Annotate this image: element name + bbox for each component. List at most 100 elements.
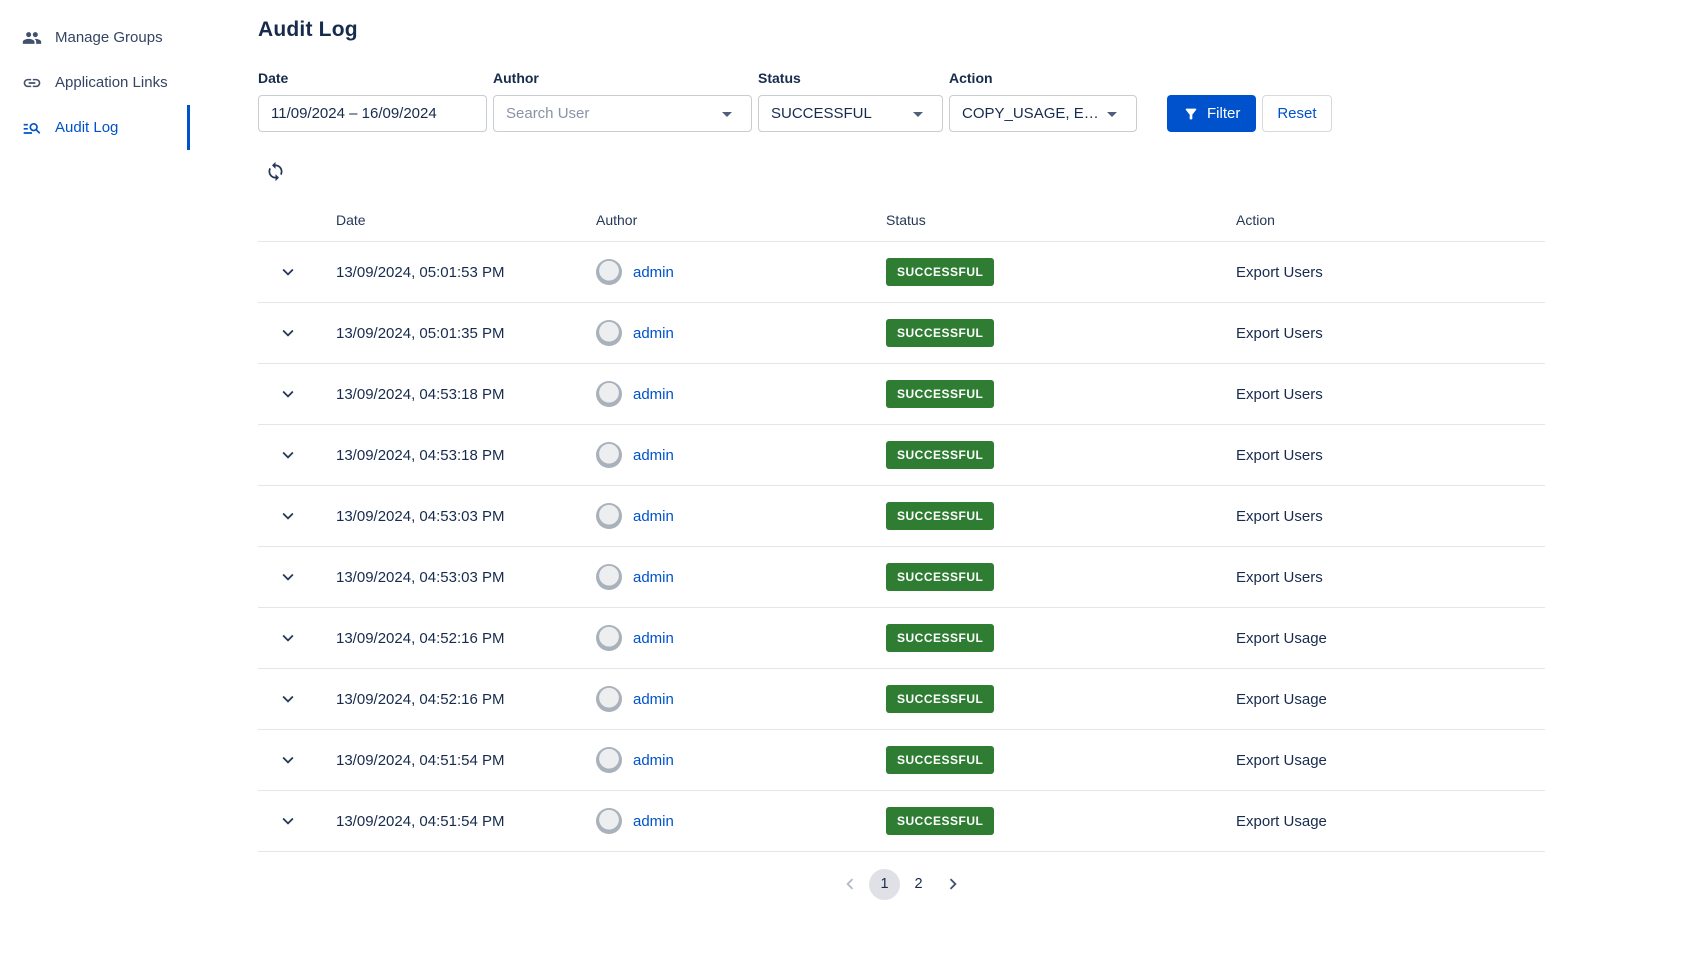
author-link[interactable]: admin — [633, 752, 674, 769]
action-filter-group: Action COPY_USAGE, EXPO — [949, 70, 1137, 132]
next-page-button[interactable] — [937, 868, 969, 900]
author-link[interactable]: admin — [633, 691, 674, 708]
date-filter-group: Date — [258, 70, 487, 132]
row-expand-button[interactable] — [276, 504, 300, 528]
row-date: 13/09/2024, 05:01:35 PM — [336, 325, 596, 342]
row-expand-button[interactable] — [276, 565, 300, 589]
author-link[interactable]: admin — [633, 569, 674, 586]
expand-cell — [258, 382, 336, 406]
expand-cell — [258, 809, 336, 833]
author-link[interactable]: admin — [633, 386, 674, 403]
page-number-button[interactable]: 1 — [869, 869, 900, 900]
sidebar-item-application-links[interactable]: Application Links — [0, 60, 190, 105]
chevron-down-icon — [277, 810, 299, 832]
table-row: 13/09/2024, 04:51:54 PM admin SUCCESSFUL… — [258, 791, 1545, 852]
row-status-cell: SUCCESSFUL — [886, 807, 1236, 835]
sidebar-item-audit-log[interactable]: Audit Log — [0, 105, 190, 150]
author-link[interactable]: admin — [633, 630, 674, 647]
row-date: 13/09/2024, 04:53:03 PM — [336, 508, 596, 525]
author-filter-label: Author — [493, 70, 752, 86]
author-link[interactable]: admin — [633, 264, 674, 281]
page-title: Audit Log — [258, 18, 1545, 42]
row-action: Export Users — [1236, 569, 1545, 586]
sidebar: Manage Groups Application Links Audit Lo… — [0, 0, 190, 975]
avatar — [596, 442, 622, 468]
avatar — [596, 259, 622, 285]
row-action: Export Usage — [1236, 752, 1545, 769]
chevron-down-icon — [277, 383, 299, 405]
dropdown-arrow-icon — [906, 102, 930, 126]
status-select[interactable]: SUCCESSFUL — [758, 95, 943, 132]
action-select[interactable]: COPY_USAGE, EXPO — [949, 95, 1137, 132]
sidebar-item-label: Application Links — [55, 74, 168, 91]
page-number-button[interactable]: 2 — [903, 869, 934, 900]
app-window: Manage Groups Application Links Audit Lo… — [0, 0, 1690, 975]
date-range-input[interactable] — [271, 105, 474, 122]
status-badge: SUCCESSFUL — [886, 807, 994, 835]
expand-cell — [258, 260, 336, 284]
dropdown-arrow-icon — [1100, 102, 1124, 126]
row-expand-button[interactable] — [276, 626, 300, 650]
author-link[interactable]: admin — [633, 325, 674, 342]
row-expand-button[interactable] — [276, 321, 300, 345]
row-expand-button[interactable] — [276, 687, 300, 711]
sidebar-item-manage-groups[interactable]: Manage Groups — [0, 15, 190, 60]
date-filter-label: Date — [258, 70, 487, 86]
status-badge: SUCCESSFUL — [886, 441, 994, 469]
status-badge: SUCCESSFUL — [886, 319, 994, 347]
expand-cell — [258, 321, 336, 345]
row-expand-button[interactable] — [276, 382, 300, 406]
expand-cell — [258, 565, 336, 589]
avatar — [596, 808, 622, 834]
table-row: 13/09/2024, 04:51:54 PM admin SUCCESSFUL… — [258, 730, 1545, 791]
refresh-button[interactable] — [262, 158, 288, 184]
author-link[interactable]: admin — [633, 813, 674, 830]
refresh-icon — [265, 161, 286, 182]
row-author-cell: admin — [596, 686, 886, 712]
chevron-down-icon — [277, 627, 299, 649]
pagination: 1 2 — [258, 868, 1545, 900]
table-header-row: Date Author Status Action — [258, 198, 1545, 242]
row-date: 13/09/2024, 04:52:16 PM — [336, 630, 596, 647]
author-search-field — [493, 95, 752, 132]
row-date: 13/09/2024, 05:01:53 PM — [336, 264, 596, 281]
author-search-input[interactable] — [506, 105, 715, 122]
table-row: 13/09/2024, 04:53:03 PM admin SUCCESSFUL… — [258, 486, 1545, 547]
row-author-cell: admin — [596, 442, 886, 468]
status-badge: SUCCESSFUL — [886, 624, 994, 652]
filter-bar: Date Author Status SUCCESSFUL — [258, 70, 1545, 132]
row-status-cell: SUCCESSFUL — [886, 502, 1236, 530]
pagination-pages: 1 2 — [869, 869, 934, 900]
filter-icon — [1183, 106, 1199, 122]
row-author-cell: admin — [596, 564, 886, 590]
author-filter-group: Author — [493, 70, 752, 132]
row-action: Export Usage — [1236, 630, 1545, 647]
row-status-cell: SUCCESSFUL — [886, 258, 1236, 286]
dropdown-arrow-icon[interactable] — [715, 102, 739, 126]
main-content: Audit Log Date Author Status — [258, 0, 1545, 975]
audit-search-icon — [22, 118, 42, 138]
avatar — [596, 747, 622, 773]
author-link[interactable]: admin — [633, 508, 674, 525]
row-expand-button[interactable] — [276, 260, 300, 284]
previous-page-button[interactable] — [834, 868, 866, 900]
row-date: 13/09/2024, 04:53:03 PM — [336, 569, 596, 586]
row-expand-button[interactable] — [276, 443, 300, 467]
author-link[interactable]: admin — [633, 447, 674, 464]
chevron-down-icon — [277, 688, 299, 710]
chevron-down-icon — [277, 322, 299, 344]
chevron-down-icon — [277, 749, 299, 771]
row-expand-button[interactable] — [276, 748, 300, 772]
reset-button[interactable]: Reset — [1262, 95, 1331, 132]
audit-table-body: 13/09/2024, 05:01:53 PM admin SUCCESSFUL… — [258, 242, 1545, 852]
row-date: 13/09/2024, 04:51:54 PM — [336, 752, 596, 769]
status-badge: SUCCESSFUL — [886, 502, 994, 530]
row-expand-button[interactable] — [276, 809, 300, 833]
people-icon — [22, 28, 42, 48]
row-author-cell: admin — [596, 320, 886, 346]
row-action: Export Users — [1236, 508, 1545, 525]
filter-button[interactable]: Filter — [1167, 95, 1256, 132]
sidebar-item-label: Audit Log — [55, 119, 118, 136]
row-status-cell: SUCCESSFUL — [886, 685, 1236, 713]
row-action: Export Usage — [1236, 813, 1545, 830]
